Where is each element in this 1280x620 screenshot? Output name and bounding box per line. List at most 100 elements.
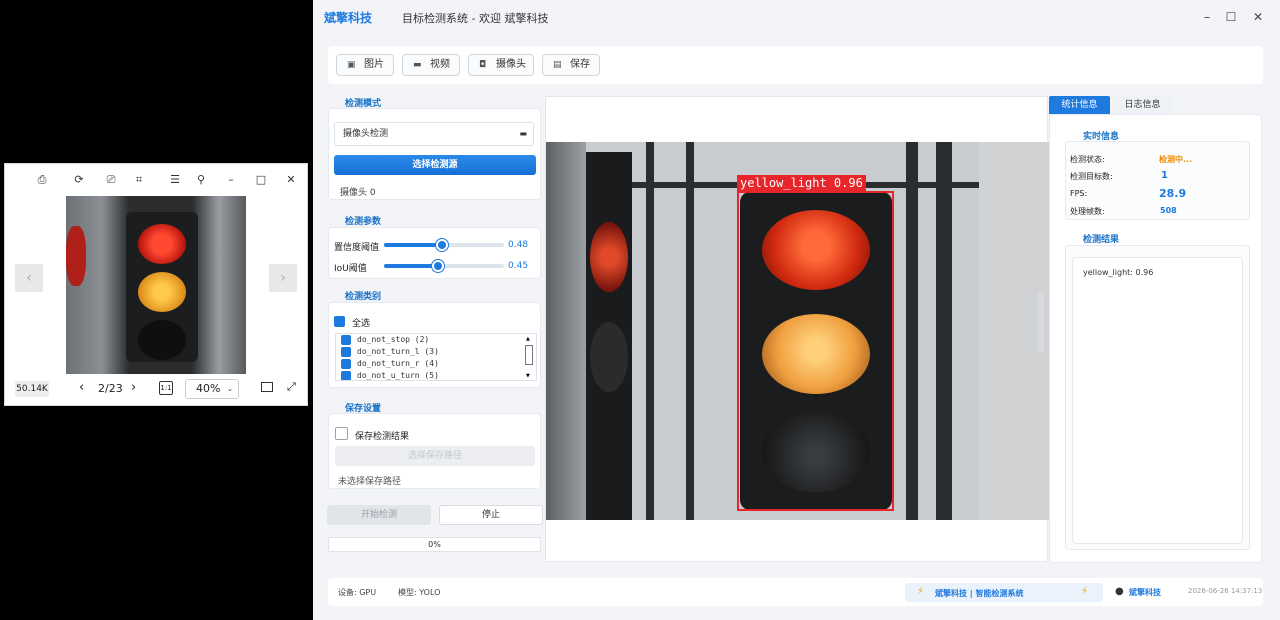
scroll-down-icon[interactable]: ▼ (526, 373, 530, 379)
next-image-button[interactable]: › (269, 264, 297, 292)
save-icon: ▤ (553, 60, 562, 70)
camera-frame: yellow_light 0.96 (546, 142, 1049, 520)
lightning-icon: ⚡ (917, 586, 925, 597)
progress-text: 0% (428, 540, 441, 549)
video-icon: ▬ (413, 60, 422, 70)
pin-icon[interactable]: ⚲ (193, 172, 209, 188)
print-icon[interactable]: ⎚ (103, 172, 119, 188)
crop-icon[interactable]: ⌗ (131, 172, 147, 188)
stop-button[interactable]: 停止 (439, 505, 543, 525)
detection-view: yellow_light 0.96 (545, 96, 1049, 562)
pole (646, 142, 654, 520)
lightning-icon: ⚡ (1081, 586, 1089, 597)
select-save-path-button[interactable]: 选择保存路径 (335, 446, 535, 466)
select-source-button[interactable]: 选择检测源 (334, 155, 536, 175)
progress-bar: 0% (328, 537, 541, 552)
zoom-select[interactable]: 40% ⌄ (185, 379, 239, 399)
video-button[interactable]: ▬ 视频 (402, 54, 460, 76)
main-toolbar: ▣ 图片 ▬ 视频 ◘ 摄像头 ▤ 保存 (328, 46, 1263, 84)
result-entry: yellow_light: 0.96 (1083, 268, 1154, 277)
image-viewer-window: ⎙ ⟳ ⎚ ⌗ ☰ ⚲ – □ ✕ ‹ › 50.14K ‹ 2/23 › 1:… (4, 163, 308, 406)
yellow-lamp (138, 272, 186, 312)
mode-select[interactable]: 摄像头检测 ▬ (334, 122, 534, 146)
mode-select-value: 摄像头检测 (343, 129, 389, 139)
save-button[interactable]: ▤ 保存 (542, 54, 600, 76)
target-count-value: 1 (1161, 170, 1168, 181)
confidence-label: 置信度阈值 (334, 243, 380, 253)
next-page-icon[interactable]: › (131, 381, 136, 395)
export-icon[interactable]: ⎙ (33, 172, 51, 188)
menu-icon[interactable]: ☰ (167, 172, 183, 188)
user-name: 斌擎科技 (1129, 588, 1161, 597)
close-button[interactable]: ✕ (283, 172, 299, 188)
camera-button-label: 摄像头 (496, 59, 526, 70)
left-traffic-light (586, 152, 632, 520)
save-results-label: 保存检测结果 (355, 432, 410, 442)
start-detection-button[interactable]: 开始检测 (327, 505, 431, 525)
traffic-light-housing (126, 212, 198, 362)
fps-value: 28.9 (1159, 187, 1187, 200)
maximize-button[interactable]: □ (253, 172, 269, 188)
results-section-title: 检测结果 (1083, 235, 1120, 245)
scrollbar-thumb[interactable] (525, 345, 533, 365)
class-checkbox[interactable] (341, 335, 351, 345)
page-indicator: 2/23 (98, 382, 123, 395)
frames-label: 处理帧数: (1070, 207, 1105, 216)
brand-name: 斌擎科技 (324, 11, 373, 25)
prev-page-icon[interactable]: ‹ (79, 381, 84, 395)
source-info: 摄像头 0 (340, 188, 376, 198)
detection-app-window: 斌擎科技 目标检测系统 - 欢迎 斌擎科技 – ☐ ✕ ▣ 图片 ▬ 视频 ◘ 摄像头… (313, 0, 1280, 620)
iou-slider-handle[interactable] (432, 260, 444, 272)
camera-button[interactable]: ◘ 摄像头 (468, 54, 534, 76)
left-red-lamp (590, 222, 628, 292)
tab-statistics[interactable]: 统计信息 (1049, 96, 1110, 114)
save-path-status: 未选择保存路径 (338, 477, 402, 487)
confidence-slider-fill (384, 243, 442, 247)
save-results-checkbox[interactable] (335, 427, 348, 440)
select-all-label: 全选 (352, 319, 371, 329)
fit-window-icon[interactable] (261, 382, 273, 392)
model-info: 模型: YOLO (398, 588, 441, 597)
select-all-checkbox[interactable] (334, 316, 345, 327)
window-title: 目标检测系统 - 欢迎 斌擎科技 (402, 12, 549, 25)
status-label: 检测状态: (1070, 155, 1105, 164)
iou-slider[interactable] (384, 260, 504, 272)
fullscreen-icon[interactable]: ⤢ (287, 381, 296, 393)
detection-bounding-box (737, 191, 894, 511)
iou-label: IoU阈值 (334, 264, 367, 274)
preview-image (66, 196, 246, 374)
iou-slider-fill (384, 264, 438, 268)
rotate-icon[interactable]: ⟳ (69, 172, 89, 188)
params-section-title: 检测参数 (345, 217, 382, 227)
image-button[interactable]: ▣ 图片 (336, 54, 394, 76)
actual-size-icon[interactable]: 1:1 (159, 381, 173, 395)
results-list (1072, 257, 1243, 544)
datetime: 2026-06-26 14:37:13 (1188, 587, 1263, 595)
left-dark-lamp (590, 322, 628, 392)
image-button-label: 图片 (364, 59, 384, 70)
tab-logs[interactable]: 日志信息 (1112, 96, 1173, 114)
class-checkbox[interactable] (341, 347, 351, 357)
device-info: 设备: GPU (338, 588, 377, 597)
scroll-up-icon[interactable]: ▲ (526, 336, 530, 342)
class-checkbox[interactable] (341, 371, 351, 380)
pole (906, 142, 918, 520)
maximize-button[interactable]: ☐ (1221, 8, 1241, 26)
view-scrollbar[interactable] (1038, 292, 1044, 352)
status-bar: 设备: GPU 模型: YOLO ⚡ 斌擎科技 | 智能检测系统 ⚡ ● 斌擎科… (328, 578, 1263, 606)
previous-image-button[interactable]: ‹ (15, 264, 43, 292)
class-list-scrollbar[interactable]: ▲ ▼ (525, 336, 533, 380)
class-label: do_not_turn_l (3) (357, 347, 439, 356)
viewer-toolbar: ⎙ ⟳ ⎚ ⌗ ☰ ⚲ – □ ✕ (5, 164, 307, 196)
close-button[interactable]: ✕ (1248, 8, 1268, 26)
confidence-slider-handle[interactable] (435, 239, 448, 251)
minimize-button[interactable]: – (1197, 8, 1217, 26)
class-checkbox[interactable] (341, 359, 351, 369)
video-button-label: 视频 (430, 59, 450, 70)
class-label: do_not_u_turn (5) (357, 371, 439, 380)
status-value: 检测中... (1159, 155, 1193, 164)
green-lamp (138, 320, 186, 360)
confidence-slider[interactable] (384, 239, 504, 251)
minimize-button[interactable]: – (223, 172, 239, 188)
title-bar: 斌擎科技 目标检测系统 - 欢迎 斌擎科技 – ☐ ✕ (313, 0, 1280, 34)
